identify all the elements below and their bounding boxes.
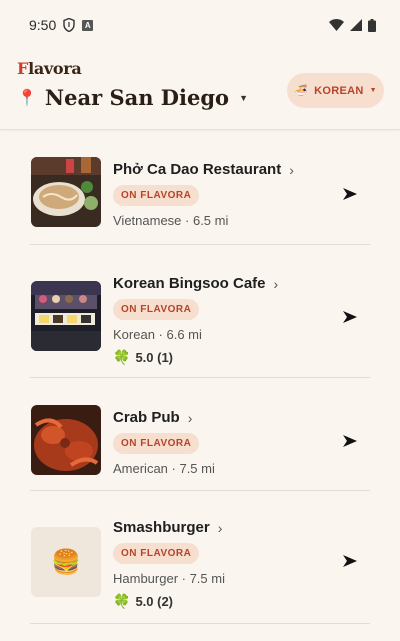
chevron-down-icon: ▼ [239,92,248,103]
chevron-right-icon: › [289,161,294,178]
restaurant-name[interactable]: Korean Bingsoo Cafe › [113,275,278,292]
location-pin-icon: 📍 [17,89,37,107]
restaurant-rating: 🍀 5.0 (1) [113,349,278,366]
restaurant-list: Phở Ca Dao Restaurant › ON FLAVORA Vietn… [30,130,370,624]
app-header: Flavora 📍 Near San Diego ▼ 🍜 KOREAN ▼ [0,50,400,130]
restaurant-row[interactable]: Korean Bingsoo Cafe › ON FLAVORA Korean … [30,245,370,378]
navigate-arrow-icon[interactable] [342,186,358,202]
restaurant-name[interactable]: Phở Ca Dao Restaurant › [113,161,294,178]
logo-rest: lavora [28,59,82,78]
restaurant-row[interactable]: Phở Ca Dao Restaurant › ON FLAVORA Vietn… [30,130,370,245]
shield-icon [63,18,75,32]
restaurant-photo [31,157,101,227]
restaurant-meta: Vietnamese · 6.5 mi [113,213,229,228]
restaurant-photo [31,281,101,351]
navigate-arrow-icon[interactable] [342,433,358,449]
restaurant-name-label: Phở Ca Dao Restaurant [113,161,282,178]
rating-value: 5.0 (1) [135,350,174,365]
app-logo: Flavora [17,59,82,78]
restaurant-name-label: Crab Pub [113,409,180,426]
restaurant-name-label: Smashburger [113,519,210,536]
wifi-icon [329,19,344,31]
logo-pin-letter: F [17,59,29,78]
cuisine-filter-label: KOREAN [314,84,364,97]
navigate-arrow-icon[interactable] [342,309,358,325]
restaurant-meta: American · 7.5 mi [113,461,215,476]
restaurant-meta: Korean · 6.6 mi [113,327,202,342]
signal-icon [350,19,362,31]
chevron-right-icon: › [273,275,279,292]
noodle-bowl-icon: 🍜 [294,85,309,97]
location-title: Near San Diego [44,85,230,110]
clover-icon: 🍀 [113,593,131,609]
restaurant-meta: Hamburger · 7.5 mi [113,571,225,586]
cuisine-filter-button[interactable]: 🍜 KOREAN ▼ [287,73,384,108]
status-bar: 9:50 A [0,0,400,50]
hamburger-icon: 🍔 [51,548,81,576]
chevron-right-icon: › [217,519,223,536]
chevron-right-icon: › [187,409,193,426]
location-selector[interactable]: 📍 Near San Diego ▼ [17,85,248,110]
restaurant-name[interactable]: Crab Pub › [113,409,215,426]
navigate-arrow-icon[interactable] [342,553,358,569]
restaurant-name[interactable]: Smashburger › [113,519,225,536]
on-flavora-badge: ON FLAVORA [113,299,200,320]
chevron-down-icon: ▼ [369,87,377,94]
on-flavora-badge: ON FLAVORA [113,185,200,206]
restaurant-row[interactable]: 🍔 Smashburger › ON FLAVORA Hamburger · 7… [30,491,370,624]
rating-value: 5.0 (2) [135,594,174,609]
battery-icon [368,18,376,32]
status-time: 9:50 [29,17,57,33]
clover-icon: 🍀 [113,349,131,365]
restaurant-row[interactable]: Crab Pub › ON FLAVORA American · 7.5 mi [30,378,370,491]
restaurant-name-label: Korean Bingsoo Cafe [113,275,266,292]
on-flavora-badge: ON FLAVORA [113,433,200,454]
restaurant-photo [31,405,101,475]
restaurant-rating: 🍀 5.0 (2) [113,593,225,610]
restaurant-photo-placeholder: 🍔 [31,527,101,597]
input-method-icon: A [82,19,94,31]
on-flavora-badge: ON FLAVORA [113,543,200,564]
